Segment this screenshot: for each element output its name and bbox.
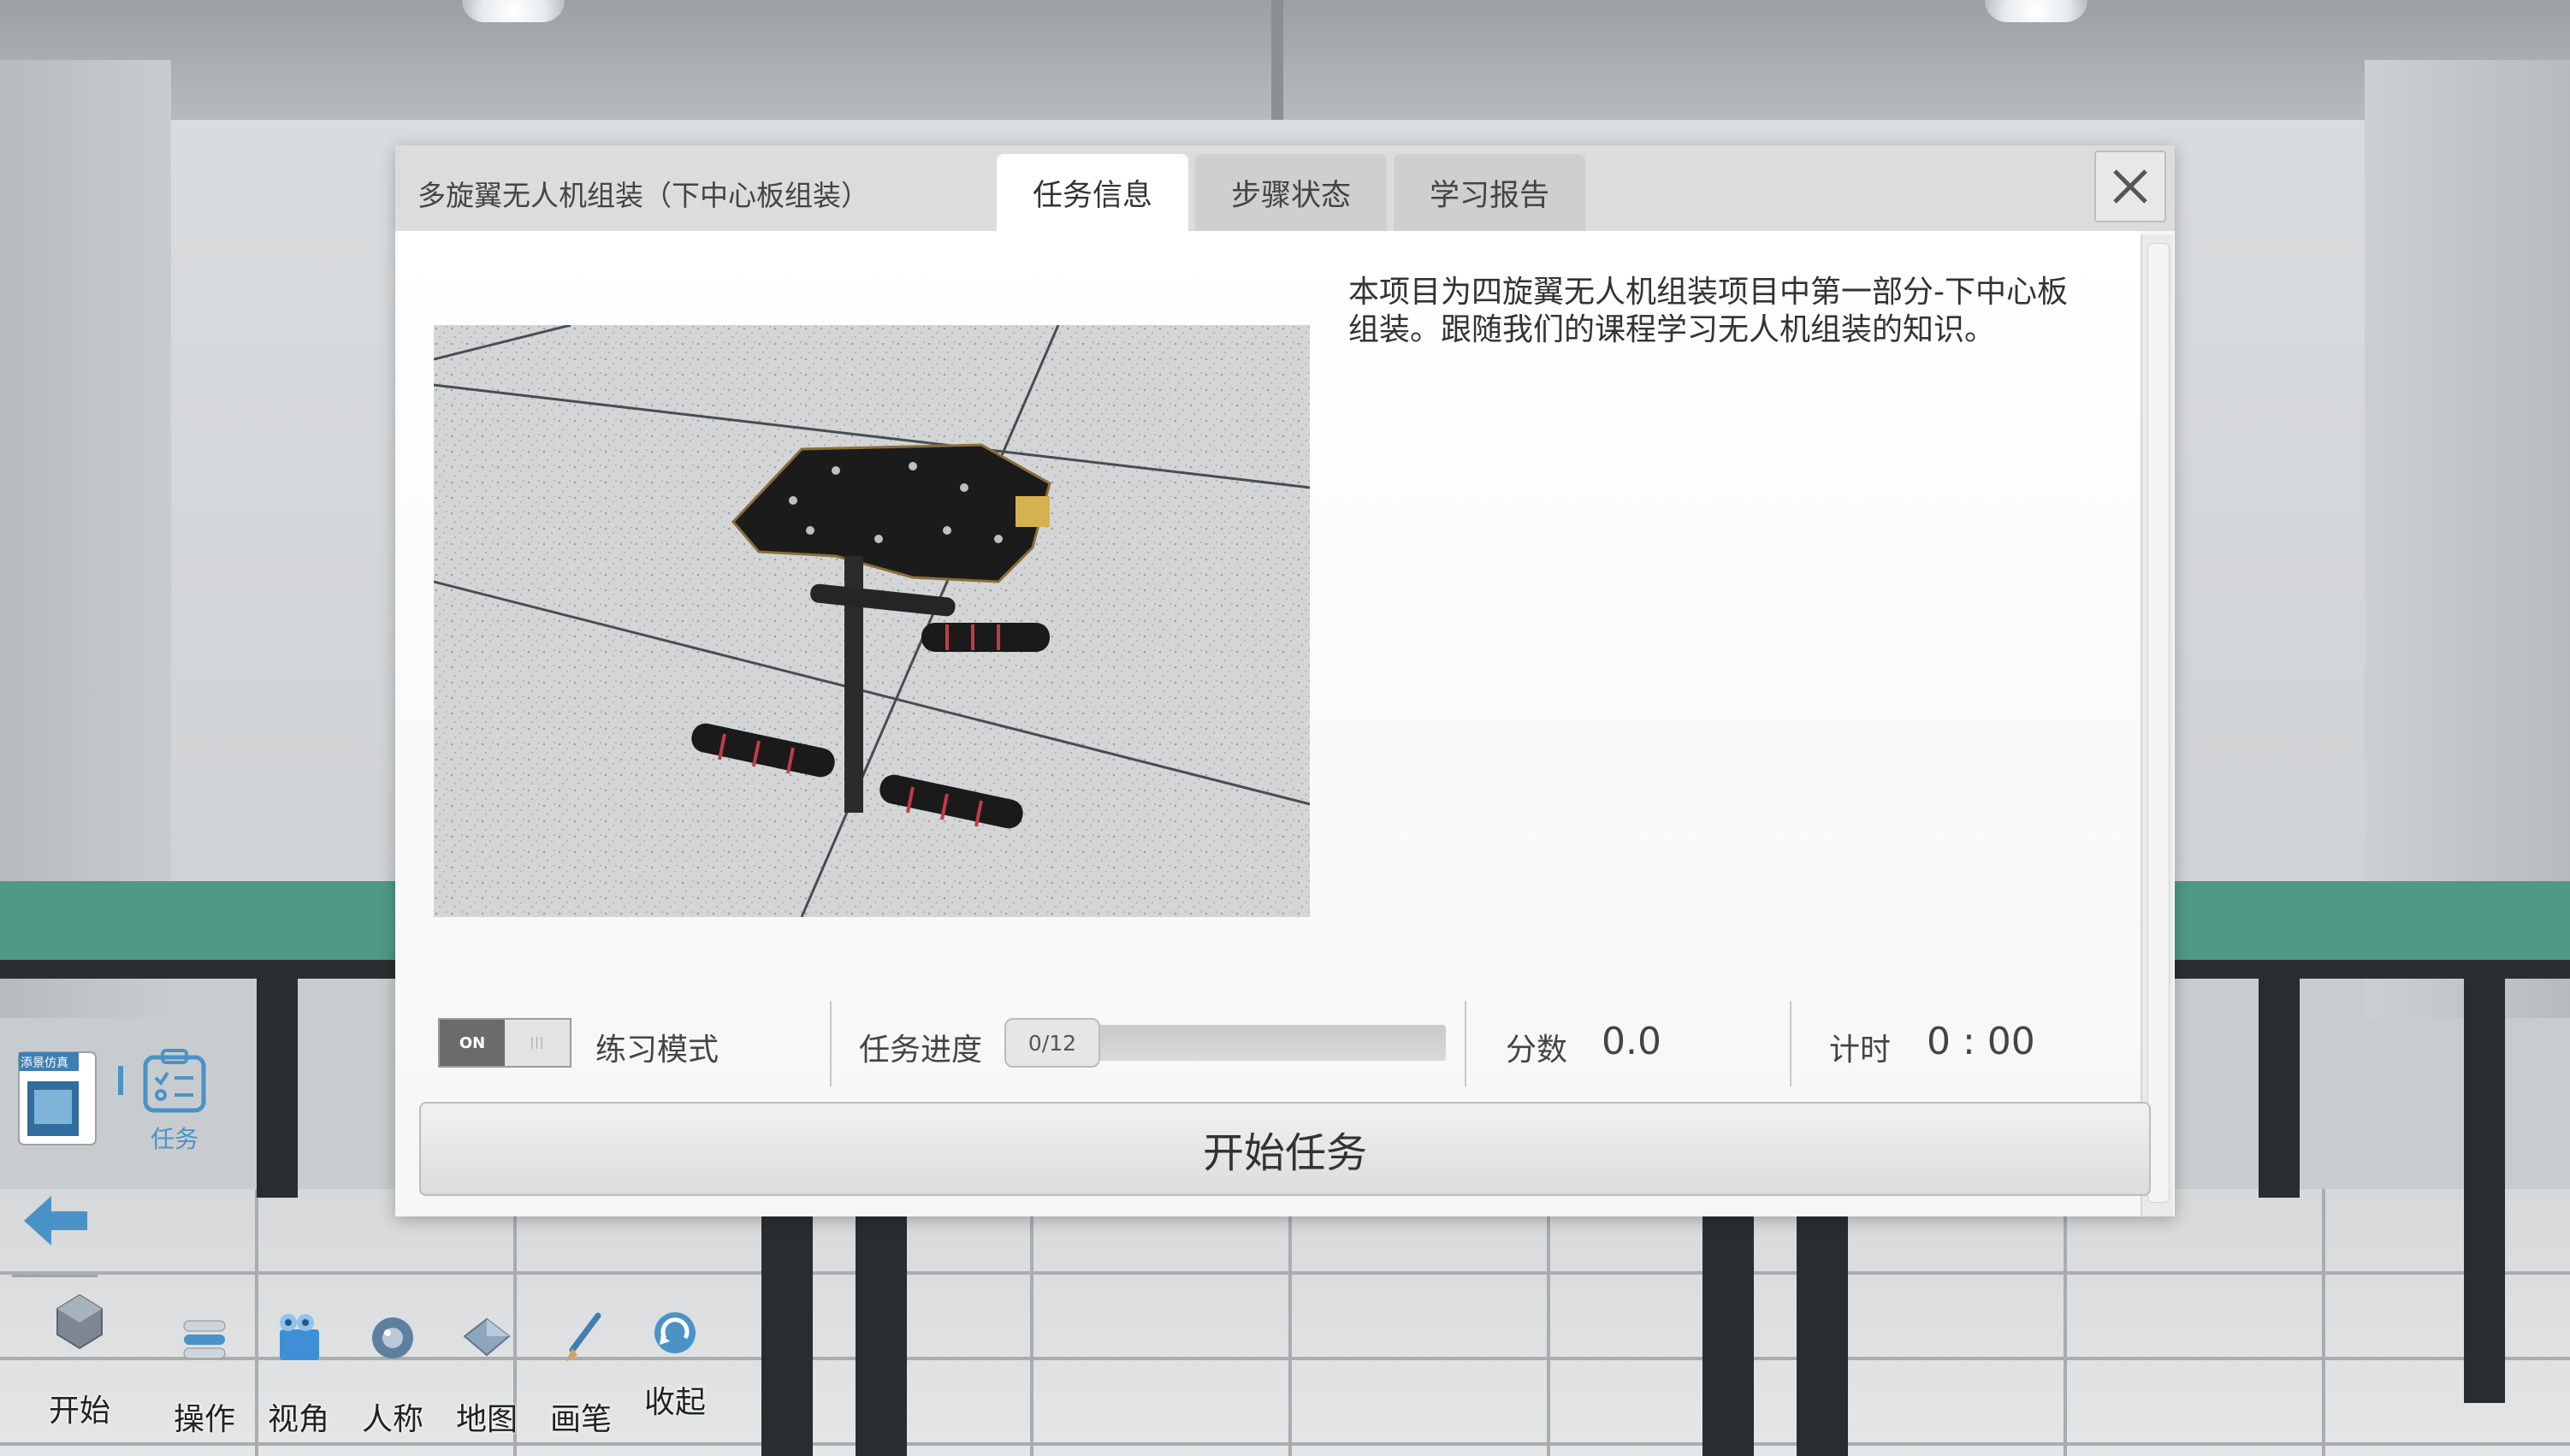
timer-value: 0 : 00 — [1927, 1020, 2035, 1063]
brush-icon — [566, 1312, 601, 1362]
back-arrow-icon — [24, 1196, 87, 1246]
toolbar-person-label: 人称 — [361, 1402, 423, 1437]
task-progress-label: 任务进度 — [859, 1033, 983, 1068]
start-task-button[interactable]: 开始任务 — [419, 1102, 2151, 1196]
timer-label: 计时 — [1829, 1033, 1892, 1068]
task-panel-label: 任务 — [150, 1125, 198, 1153]
toggle-knob: ||| — [505, 1020, 570, 1066]
toggle-on-label: ON — [440, 1020, 505, 1066]
workbench-leg — [2464, 975, 2505, 1403]
ceiling-lamp — [462, 0, 565, 22]
toolbar-operate[interactable]: 操作 — [157, 1309, 252, 1437]
task-progress-count: 0/12 — [1004, 1018, 1100, 1068]
layers-icon — [183, 1320, 226, 1359]
drone-preview-image — [434, 325, 1310, 917]
practice-mode-label: 练习模式 — [595, 1033, 719, 1068]
divider — [1465, 1001, 1466, 1086]
tab-learning-report[interactable]: 学习报告 — [1394, 154, 1585, 231]
close-button[interactable] — [2094, 151, 2166, 222]
right-wall — [2365, 60, 2570, 1018]
collapse-icon — [654, 1312, 696, 1353]
toolbar-brush-label: 画笔 — [549, 1402, 612, 1437]
workbench-leg — [1702, 1215, 1754, 1456]
close-icon — [2113, 169, 2147, 204]
dialog-scrollbar[interactable] — [2141, 234, 2173, 1216]
ceiling — [0, 0, 2570, 128]
tab-task-info[interactable]: 任务信息 — [997, 154, 1188, 231]
toolbar-collapse-label: 收起 — [643, 1385, 706, 1420]
toolbar-start[interactable]: 开始 — [33, 1292, 127, 1429]
left-wall — [0, 60, 171, 1018]
workbench-leg — [856, 1215, 907, 1456]
sphere-icon — [372, 1317, 413, 1358]
workbench-right — [2164, 881, 2570, 979]
toolbar-separator — [12, 1275, 98, 1277]
divider — [830, 1001, 832, 1086]
toolbar-operate-label: 操作 — [173, 1402, 235, 1437]
clipboard-checklist-icon — [143, 1049, 206, 1113]
toolbar-person[interactable]: 人称 — [346, 1309, 440, 1437]
task-description: 本项目为四旋翼无人机组装项目中第一部分-下中心板组装。跟随我们的课程学习无人机组… — [1348, 275, 2068, 347]
workbench-leg — [1797, 1215, 1848, 1456]
toolbar-start-label: 开始 — [48, 1394, 110, 1429]
drone-frame-render — [434, 325, 1310, 917]
toolbar-collapse[interactable]: 收起 — [628, 1304, 722, 1432]
workbench-leg — [257, 975, 298, 1198]
toolbar-view-label: 视角 — [267, 1402, 329, 1437]
workbench-leg — [2259, 975, 2300, 1198]
logo-text: 添景仿真 — [21, 1056, 68, 1070]
ceiling-beam — [1271, 0, 1283, 120]
workbench-left — [0, 881, 402, 979]
map-icon — [463, 1317, 511, 1357]
score-value: 0.0 — [1602, 1020, 1661, 1063]
back-button[interactable] — [22, 1191, 91, 1251]
score-label: 分数 — [1506, 1033, 1568, 1068]
workbench-leg — [761, 1215, 813, 1456]
dialog-title: 多旋翼无人机组装（下中心板组装） — [417, 179, 869, 212]
divider — [1790, 1001, 1791, 1086]
toolbar-map-label: 地图 — [455, 1402, 518, 1437]
task-panel-button[interactable]: 任务 — [123, 1049, 226, 1153]
toolbar-brush[interactable]: 画笔 — [534, 1309, 628, 1437]
tab-step-status[interactable]: 步骤状态 — [1195, 154, 1387, 231]
dialog-header: 多旋翼无人机组装（下中心板组装） 任务信息 步骤状态 学习报告 — [395, 145, 2175, 231]
scrollbar-thumb[interactable] — [2147, 243, 2170, 1203]
task-dialog: 多旋翼无人机组装（下中心板组装） 任务信息 步骤状态 学习报告 本项目为四旋翼无… — [395, 145, 2175, 1216]
camera-icon — [280, 1314, 319, 1360]
ceiling-lamp — [1985, 0, 2087, 22]
toolbar-view[interactable]: 视角 — [252, 1309, 346, 1437]
app-logo[interactable]: 添景仿真 — [15, 1047, 99, 1150]
cube-icon — [56, 1293, 103, 1350]
toolbar-map[interactable]: 地图 — [440, 1309, 534, 1437]
practice-mode-toggle[interactable]: ON ||| — [438, 1018, 571, 1068]
